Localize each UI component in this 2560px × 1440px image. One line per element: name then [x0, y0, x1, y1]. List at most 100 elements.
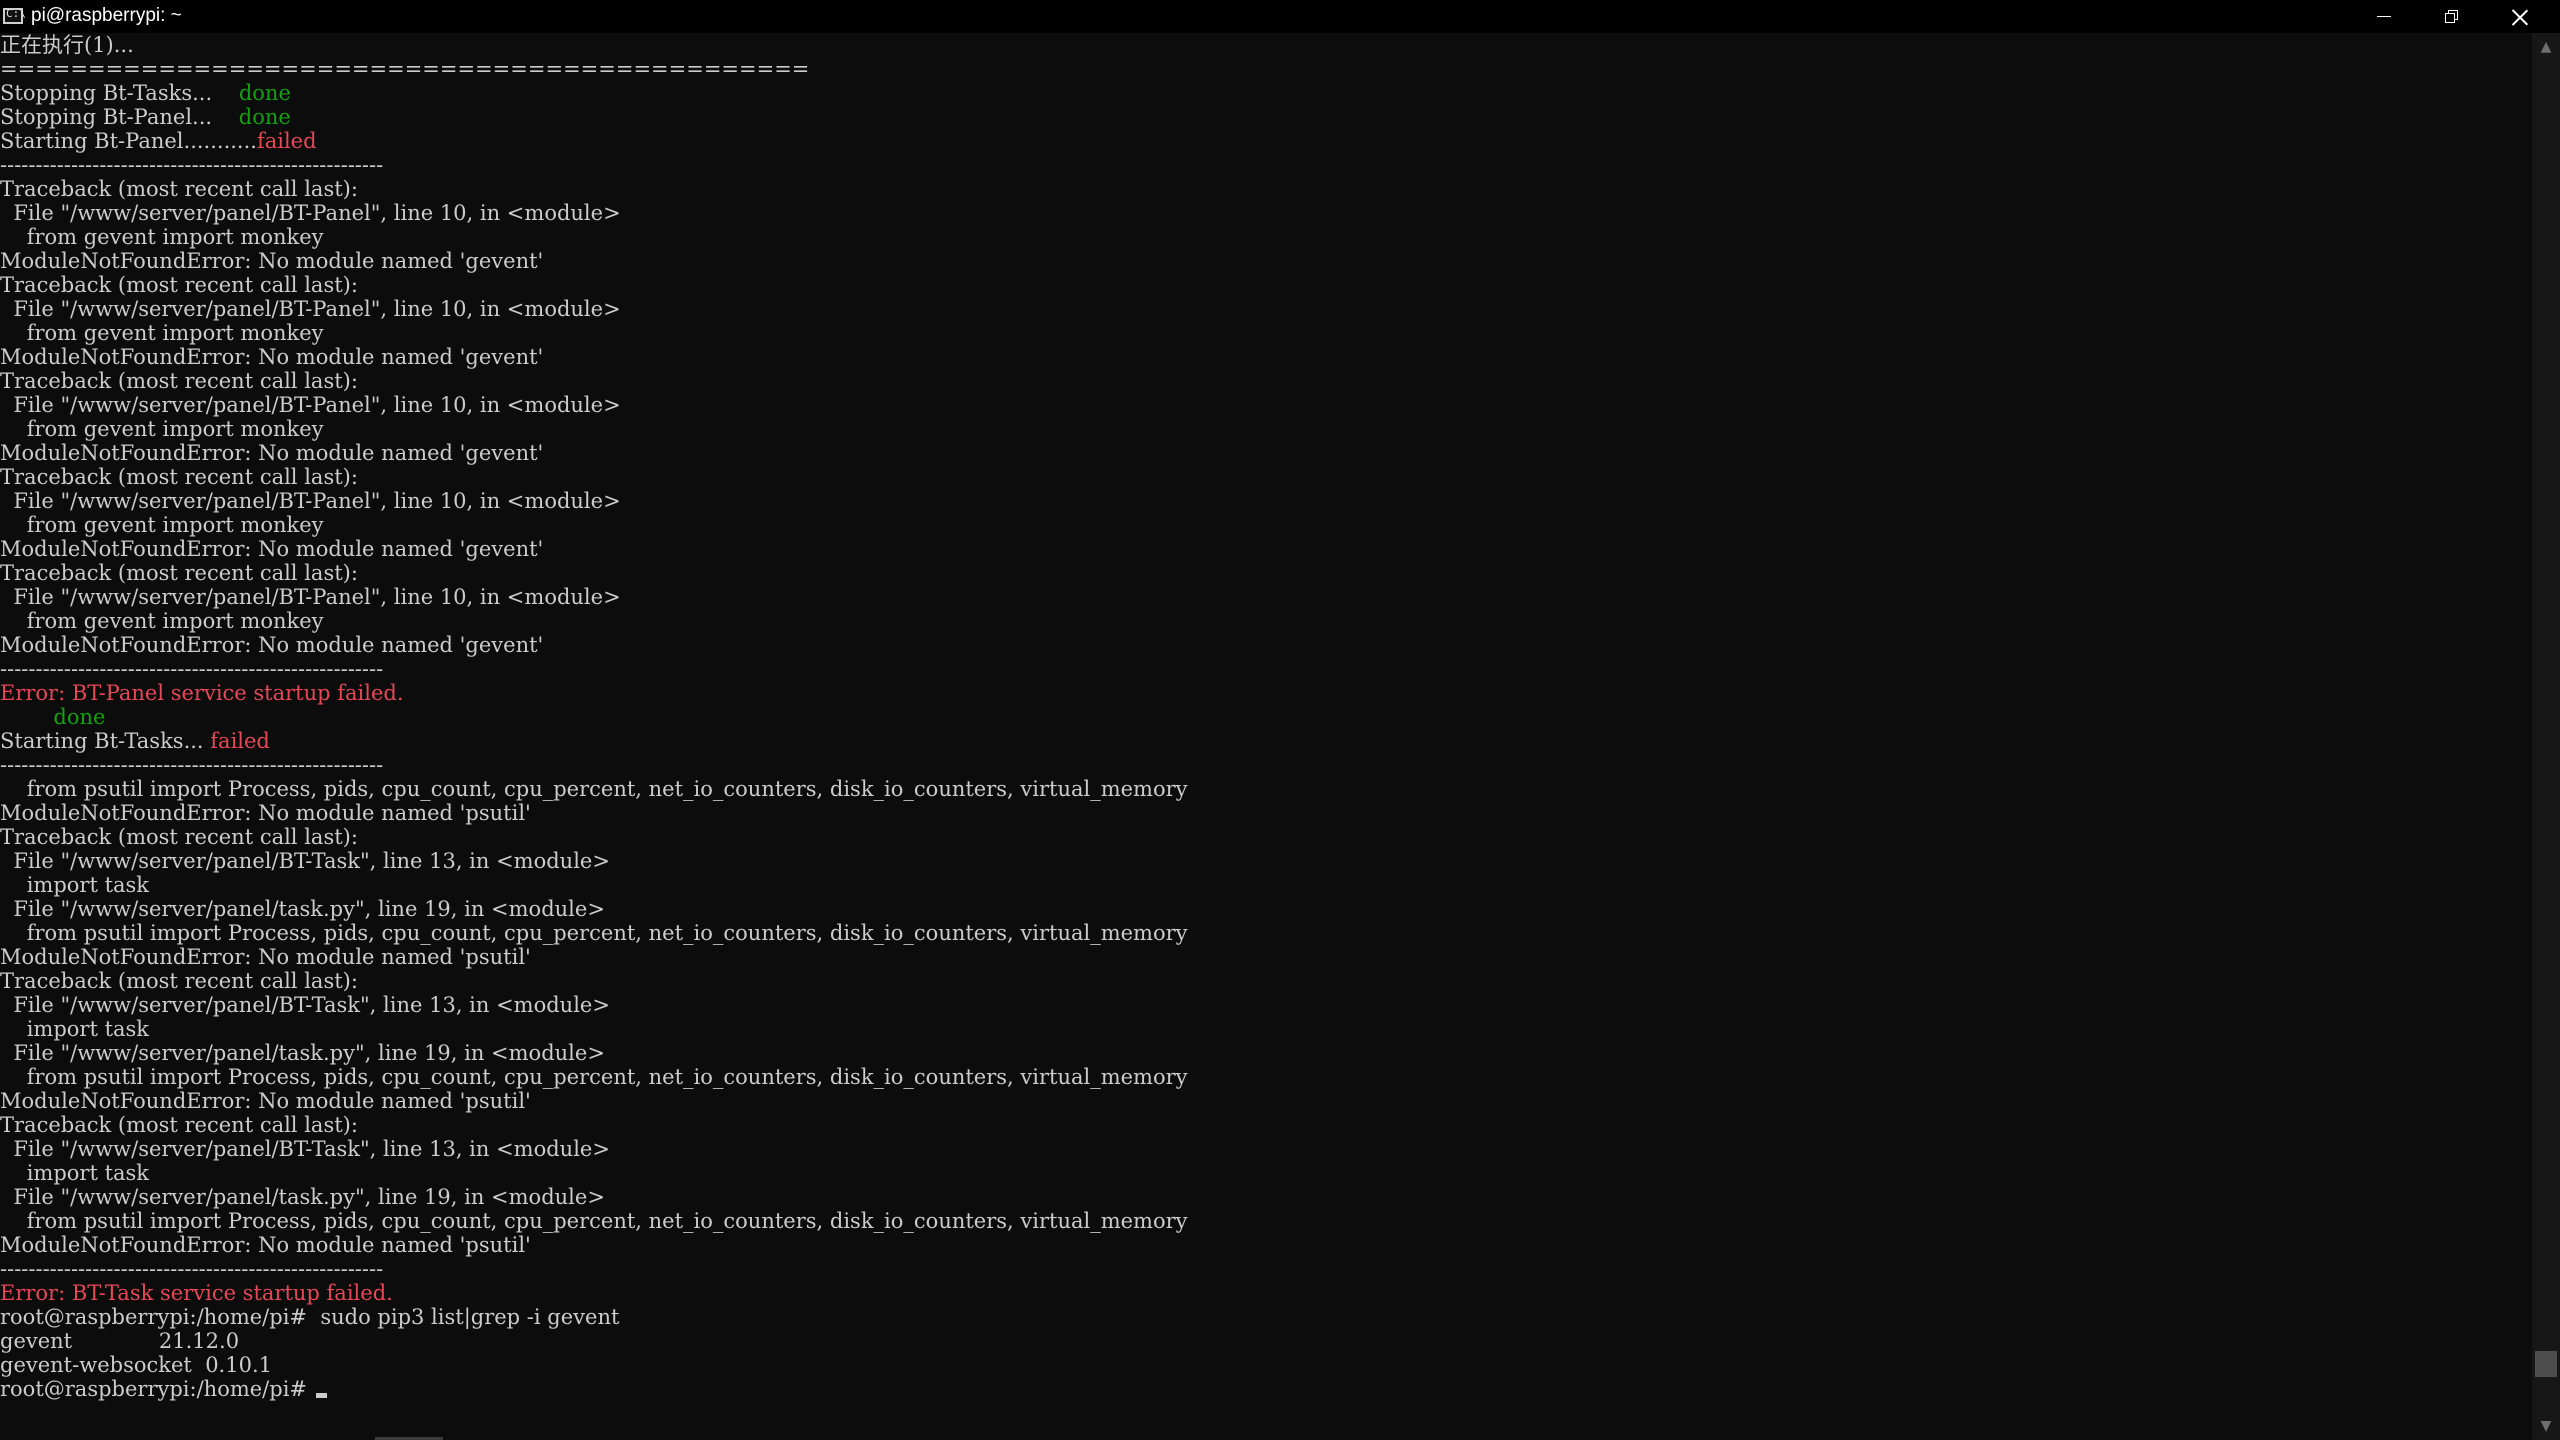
minimize-icon	[2377, 16, 2391, 17]
console-text[interactable]: 正在执行(1)... ==============================…	[0, 33, 2532, 1401]
terminal-line: ModuleNotFoundError: No module named 'ge…	[0, 249, 2532, 273]
output-text: root@raspberrypi:/home/pi#	[0, 1377, 314, 1401]
output-text: import task	[0, 1161, 150, 1185]
terminal-line: ----------------------------------------…	[0, 1257, 2532, 1281]
minimize-button[interactable]	[2350, 0, 2418, 33]
output-text: 正在执行(1)...	[0, 33, 134, 57]
output-text: gevent 21.12.0	[0, 1329, 240, 1353]
terminal-line: from gevent import monkey	[0, 609, 2532, 633]
terminal-line: from gevent import monkey	[0, 225, 2532, 249]
output-text: from gevent import monkey	[0, 417, 324, 441]
restore-button[interactable]	[2418, 0, 2486, 33]
terminal-line: from gevent import monkey	[0, 321, 2532, 345]
terminal-line: Stopping Bt-Panel... done	[0, 105, 2532, 129]
terminal-line: Traceback (most recent call last):	[0, 825, 2532, 849]
success-text: done	[238, 81, 291, 105]
terminal-line: ----------------------------------------…	[0, 753, 2532, 777]
output-text: File "/www/server/panel/task.py", line 1…	[0, 897, 605, 921]
terminal-line: done	[0, 705, 2532, 729]
output-text: ModuleNotFoundError: No module named 'ps…	[0, 945, 531, 969]
terminal-line: from psutil import Process, pids, cpu_co…	[0, 777, 2532, 801]
output-text: File "/www/server/panel/BT-Task", line 1…	[0, 849, 610, 873]
terminal-line: Error: BT-Task service startup failed.	[0, 1281, 2532, 1305]
terminal-line: Traceback (most recent call last):	[0, 561, 2532, 585]
terminal-line: Traceback (most recent call last):	[0, 465, 2532, 489]
terminal-line: from psutil import Process, pids, cpu_co…	[0, 1209, 2532, 1233]
output-text: Starting Bt-Tasks...	[0, 729, 211, 753]
terminal-line: ----------------------------------------…	[0, 657, 2532, 681]
terminal-line: 正在执行(1)...	[0, 33, 2532, 57]
terminal-output[interactable]: 正在执行(1)... ==============================…	[0, 33, 2532, 1438]
console-app-icon[interactable]: C:\	[3, 7, 26, 24]
error-text: Error: BT-Task service startup failed.	[0, 1281, 393, 1305]
terminal-line: gevent 21.12.0	[0, 1329, 2532, 1353]
window-title: pi@raspberrypi: ~	[31, 5, 182, 26]
terminal-line: Starting Bt-Panel...........failed	[0, 129, 2532, 153]
output-text: File "/www/server/panel/BT-Panel", line …	[0, 489, 621, 513]
terminal-line: Traceback (most recent call last):	[0, 273, 2532, 297]
terminal-line: from psutil import Process, pids, cpu_co…	[0, 921, 2532, 945]
terminal-line: import task	[0, 1161, 2532, 1185]
terminal-line: Error: BT-Panel service startup failed.	[0, 681, 2532, 705]
terminal-line: root@raspberrypi:/home/pi# sudo pip3 lis…	[0, 1305, 2532, 1329]
output-text: from gevent import monkey	[0, 321, 324, 345]
output-text: from psutil import Process, pids, cpu_co…	[0, 1209, 1188, 1233]
output-text: Traceback (most recent call last):	[0, 177, 358, 201]
close-button[interactable]	[2486, 0, 2554, 33]
terminal-line: import task	[0, 873, 2532, 897]
terminal-line: ----------------------------------------…	[0, 153, 2532, 177]
terminal-line: Stopping Bt-Tasks... done	[0, 81, 2532, 105]
terminal-line: File "/www/server/panel/task.py", line 1…	[0, 1185, 2532, 1209]
scroll-up-arrow-icon[interactable]: ▲	[2532, 33, 2560, 61]
terminal-line: File "/www/server/panel/BT-Panel", line …	[0, 201, 2532, 225]
output-text: File "/www/server/panel/BT-Task", line 1…	[0, 1137, 610, 1161]
terminal-line: ModuleNotFoundError: No module named 'ps…	[0, 801, 2532, 825]
output-text: import task	[0, 873, 150, 897]
output-text: ModuleNotFoundError: No module named 'ge…	[0, 345, 544, 369]
terminal-line: ModuleNotFoundError: No module named 'ge…	[0, 537, 2532, 561]
title-bar[interactable]: C:\ pi@raspberrypi: ~	[0, 0, 2560, 33]
terminal-line: import task	[0, 1017, 2532, 1041]
error-text: failed	[210, 729, 270, 753]
terminal-line: from gevent import monkey	[0, 513, 2532, 537]
terminal-line: File "/www/server/panel/BT-Task", line 1…	[0, 849, 2532, 873]
terminal-line: File "/www/server/panel/BT-Task", line 1…	[0, 993, 2532, 1017]
output-text: Traceback (most recent call last):	[0, 1113, 358, 1137]
output-text: ========================================…	[0, 57, 810, 81]
success-text: done	[53, 705, 106, 729]
terminal-line: ModuleNotFoundError: No module named 'ge…	[0, 441, 2532, 465]
scroll-thumb[interactable]	[2535, 1351, 2557, 1377]
output-text: gevent-websocket 0.10.1	[0, 1353, 272, 1377]
error-text: Error: BT-Panel service startup failed.	[0, 681, 404, 705]
terminal-line: File "/www/server/panel/BT-Panel", line …	[0, 489, 2532, 513]
terminal-line: gevent-websocket 0.10.1	[0, 1353, 2532, 1377]
output-text: Starting Bt-Panel...........	[0, 129, 257, 153]
output-text: Traceback (most recent call last):	[0, 561, 358, 585]
output-text: File "/www/server/panel/BT-Panel", line …	[0, 585, 621, 609]
output-text: Traceback (most recent call last):	[0, 465, 358, 489]
output-text: File "/www/server/panel/BT-Panel", line …	[0, 393, 621, 417]
restore-icon	[2445, 9, 2459, 24]
terminal-window: C:\ pi@raspberrypi: ~ 正在执行(1)... ========…	[0, 0, 2560, 1440]
text-cursor	[315, 1393, 327, 1398]
output-text: ModuleNotFoundError: No module named 'ps…	[0, 1089, 531, 1113]
output-text: ModuleNotFoundError: No module named 'ps…	[0, 1233, 531, 1257]
output-text: Traceback (most recent call last):	[0, 825, 358, 849]
output-text: ----------------------------------------…	[0, 657, 384, 681]
terminal-line: File "/www/server/panel/BT-Panel", line …	[0, 585, 2532, 609]
output-text: import task	[0, 1017, 150, 1041]
terminal-line: Traceback (most recent call last):	[0, 1113, 2532, 1137]
terminal-line: File "/www/server/panel/task.py", line 1…	[0, 1041, 2532, 1065]
output-text: ModuleNotFoundError: No module named 'ge…	[0, 633, 544, 657]
terminal-line: ModuleNotFoundError: No module named 'ge…	[0, 345, 2532, 369]
scroll-down-arrow-icon[interactable]: ▼	[2532, 1412, 2560, 1440]
output-text: File "/www/server/panel/BT-Panel", line …	[0, 201, 621, 225]
vertical-scrollbar[interactable]: ▲ ▼	[2532, 33, 2560, 1440]
terminal-line: root@raspberrypi:/home/pi#	[0, 1377, 2532, 1401]
terminal-line: File "/www/server/panel/task.py", line 1…	[0, 897, 2532, 921]
terminal-line: File "/www/server/panel/BT-Panel", line …	[0, 393, 2532, 417]
success-text: done	[238, 105, 291, 129]
output-text: Traceback (most recent call last):	[0, 369, 358, 393]
output-text: from psutil import Process, pids, cpu_co…	[0, 1065, 1188, 1089]
